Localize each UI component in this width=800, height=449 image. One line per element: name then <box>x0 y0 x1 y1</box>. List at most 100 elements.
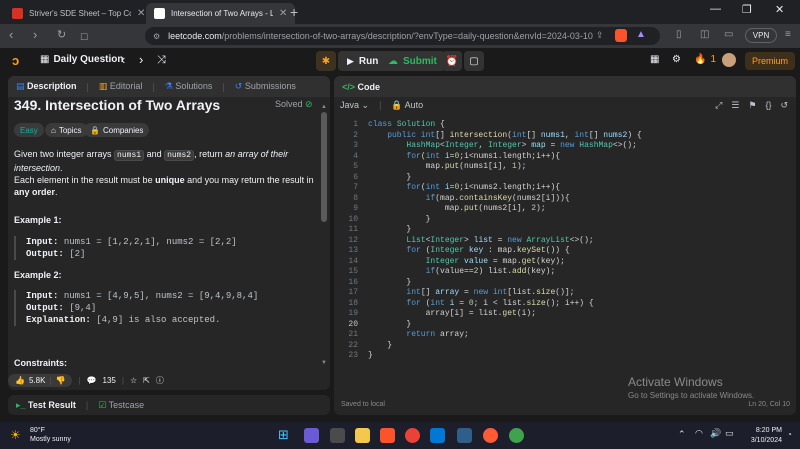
layout-icon[interactable]: ▦ <box>650 54 659 65</box>
code-line: return array; <box>406 330 469 339</box>
close-tab-icon[interactable]: ✕ <box>279 8 287 19</box>
tab-testcase[interactable]: ☑ Testcase <box>98 400 144 411</box>
shuffle-icon[interactable]: ⤨ <box>157 54 166 67</box>
scroll-down-icon[interactable]: ▼ <box>321 360 327 366</box>
widgets-icon[interactable] <box>304 428 319 443</box>
companies-chip[interactable]: 🔒 Companies <box>84 123 150 137</box>
avatar[interactable] <box>722 53 736 67</box>
description-footer: 👍 5.8K | 👎 | 💬 135 | ☆ ⇱ ⓘ <box>8 371 164 389</box>
calendar-icon: ▦ <box>40 54 50 65</box>
format-icon[interactable]: ☰ <box>731 100 739 111</box>
code-tab[interactable]: </> Code <box>342 82 380 92</box>
code-line: } <box>368 172 412 182</box>
tab-submissions[interactable]: ↺ Submissions <box>235 81 296 92</box>
editor-toolbar: Java ⌄ | 🔒 Auto <box>340 100 424 111</box>
thumbs-down-icon[interactable]: 👎 <box>56 376 66 385</box>
line-number: 15 <box>348 267 358 276</box>
next-question-icon[interactable]: › <box>139 52 143 67</box>
code-editor[interactable]: 1 class Solution { 2 public int[] inters… <box>334 114 792 364</box>
streak-counter[interactable]: 🔥 1 <box>694 54 716 65</box>
share-out-icon[interactable]: ⇱ <box>143 376 150 385</box>
start-windows-icon[interactable]: ⊞ <box>278 427 293 442</box>
auto-mode[interactable]: 🔒 Auto <box>391 100 423 111</box>
battery-icon[interactable]: ▭ <box>725 428 734 439</box>
new-tab-icon[interactable]: + <box>290 4 298 20</box>
share-icon[interactable]: ⇪ <box>596 30 604 41</box>
url-input[interactable]: ⚙ leetcode.com/problems/intersection-of-… <box>145 27 660 45</box>
close-tab-icon[interactable]: ✕ <box>137 8 145 19</box>
task-view-icon[interactable] <box>330 428 345 443</box>
postman-icon[interactable] <box>483 428 498 443</box>
wifi-icon[interactable]: ◠ <box>695 428 703 439</box>
sidebar-toggle-icon[interactable]: ▯ <box>676 29 682 40</box>
scroll-up-icon[interactable]: ▲ <box>321 104 327 110</box>
line-number: 16 <box>348 277 358 287</box>
fullscreen-icon[interactable]: ⤢ <box>715 100 722 111</box>
daily-question-link[interactable]: ▦ Daily Question <box>40 54 123 65</box>
line-number: 7 <box>353 183 358 192</box>
clock[interactable]: 8:20 PM 3/10/2024 <box>742 426 782 446</box>
brave-shield-icon[interactable] <box>615 29 627 42</box>
leetcode-logo-icon[interactable]: ↄ <box>12 53 19 68</box>
difficulty-badge[interactable]: Easy <box>14 123 44 137</box>
language-select[interactable]: Java ⌄ <box>340 100 369 111</box>
line-number: 22 <box>348 340 358 350</box>
reset-icon[interactable]: ↺ <box>780 100 788 111</box>
vscode-icon[interactable] <box>430 428 445 443</box>
debug-button[interactable]: ✱ <box>316 51 336 71</box>
clock-time: 8:20 PM <box>755 427 782 434</box>
code-brackets-icon: </> <box>342 81 356 92</box>
description-scrollbar[interactable] <box>321 112 327 222</box>
comment-icon[interactable]: 💬 <box>87 376 97 385</box>
star-icon[interactable]: ☆ <box>130 376 137 385</box>
browser-tab-striver[interactable]: Striver's SDE Sheet – Top Coding Inte ✕ <box>4 3 153 24</box>
test-result-panel: ▸_ Test Result | ☑ Testcase <box>8 395 330 415</box>
browser-tab-leetcode[interactable]: Intersection of Two Arrays - LeetC ✕ <box>146 3 296 24</box>
maximize-icon[interactable]: ❐ <box>742 3 752 16</box>
wallet-icon[interactable]: ▭ <box>724 29 733 40</box>
brave-browser-icon[interactable] <box>380 428 395 443</box>
site-info-icon[interactable]: ⚙ <box>153 32 160 41</box>
volume-icon[interactable]: 🔊 <box>710 428 721 439</box>
test-tabs: ▸_ Test Result | ☑ Testcase <box>8 395 330 415</box>
close-window-icon[interactable]: ✕ <box>775 3 784 16</box>
thumbs-up-icon[interactable]: 👍 <box>15 376 25 385</box>
tab-test-result[interactable]: ▸_ Test Result <box>16 400 76 411</box>
tray-chevron-icon[interactable]: ⌃ <box>678 429 686 440</box>
timer-button[interactable]: ⏰ <box>442 51 462 71</box>
tab-solutions[interactable]: ⚗ Solutions <box>165 81 213 92</box>
snipping-tool-icon[interactable] <box>457 428 472 443</box>
submit-button[interactable]: ☁ Submit <box>380 51 445 71</box>
activate-windows-watermark: Activate Windows Go to Settings to activ… <box>628 375 754 400</box>
notes-button[interactable]: ▢ <box>464 51 484 71</box>
weather-sun-icon[interactable]: ☀ <box>10 428 21 442</box>
extensions-icon[interactable]: ◫ <box>700 29 709 40</box>
lock-icon: 🔒 <box>90 125 100 135</box>
chrome-icon[interactable] <box>405 428 420 443</box>
braces-icon[interactable]: {} <box>765 100 771 111</box>
notification-icon[interactable]: ◔ <box>787 430 792 439</box>
tab-description[interactable]: ▤ Description <box>16 81 77 92</box>
tab-title: Striver's SDE Sheet – Top Coding Inte <box>29 9 131 18</box>
bookmark-icon[interactable]: ☐ <box>80 30 88 44</box>
weather-widget[interactable]: 80°F Mostly sunny <box>30 426 71 444</box>
brave-rewards-icon[interactable]: ▲ <box>636 29 646 40</box>
line-number: 20 <box>348 319 358 329</box>
forward-icon[interactable]: › <box>33 28 37 42</box>
topics-chip[interactable]: ⌂ Topics <box>45 123 88 137</box>
mongodb-icon[interactable] <box>509 428 524 443</box>
help-icon[interactable]: ⓘ <box>156 375 164 386</box>
file-explorer-icon[interactable] <box>355 428 370 443</box>
reload-icon[interactable]: ↻ <box>57 28 66 42</box>
bookmark-icon[interactable]: ⚑ <box>748 100 756 111</box>
prev-question-icon[interactable]: ‹ <box>121 52 125 67</box>
vpn-button[interactable]: VPN <box>745 28 777 43</box>
settings-gear-icon[interactable]: ⚙ <box>672 54 681 65</box>
minimize-icon[interactable]: — <box>710 3 721 15</box>
menu-icon[interactable]: ≡ <box>785 29 791 40</box>
example-2-block: Input: nums1 = [4,9,5], nums2 = [9,4,9,8… <box>14 290 258 326</box>
premium-button[interactable]: Premium <box>745 52 795 70</box>
back-icon[interactable]: ‹ <box>9 28 13 42</box>
tab-editorial[interactable]: ▥ Editorial <box>99 81 143 92</box>
code-nums1: nums1 <box>114 150 145 161</box>
